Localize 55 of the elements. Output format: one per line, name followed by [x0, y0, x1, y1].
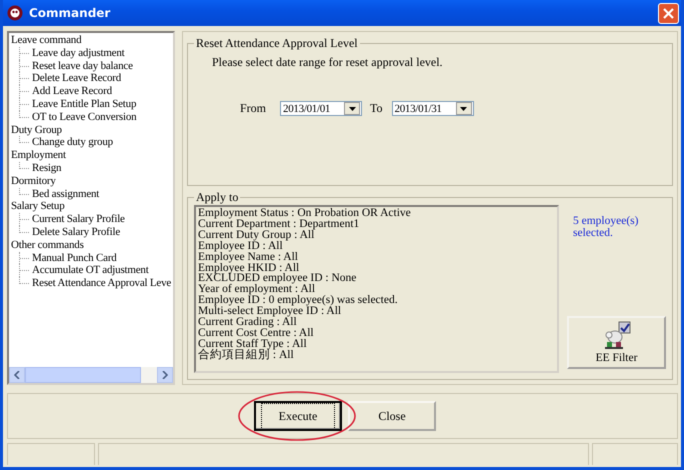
from-date-dropdown[interactable]: 2013/01/01	[280, 101, 362, 116]
window-title: Commander	[29, 6, 112, 20]
to-date-dropdown[interactable]: 2013/01/31	[392, 101, 474, 116]
tree-item[interactable]: Other commands	[11, 238, 84, 252]
dialog-button[interactable]: Execute	[254, 401, 342, 431]
tree-item[interactable]: Delete Leave Record	[32, 72, 122, 86]
tree-item[interactable]: Dormitory	[11, 174, 56, 188]
caret-icon[interactable]	[348, 106, 356, 110]
tree-item[interactable]: Change duty group	[32, 136, 113, 150]
tree-item[interactable]: Leave Entitle Plan Setup	[32, 98, 136, 111]
criteria-line: Current Grading : All	[198, 317, 297, 328]
tree-item[interactable]: Reset Attendance Approval Leve	[32, 277, 172, 290]
criteria-line: EXCLUDED employee ID : None	[198, 273, 358, 284]
criteria-line: Employee ID : All	[198, 240, 283, 252]
app-icon	[7, 5, 23, 21]
tree-item[interactable]: Manual Punch Card	[32, 252, 117, 264]
tree-item[interactable]: Leave command	[11, 34, 82, 47]
caret-icon[interactable]	[460, 106, 468, 110]
tree-item[interactable]: Resign	[32, 162, 62, 175]
criteria-line: Current Staff Type : All	[198, 338, 308, 350]
scroll-thumb[interactable]	[25, 367, 141, 383]
selection-count: 5 employee(s) selected.	[572, 215, 640, 239]
criteria-line: 合約項目組別 : All	[198, 350, 295, 361]
criteria-line: Employee HKID : All	[198, 262, 300, 274]
tree-item[interactable]: OT to Leave Conversion	[32, 110, 136, 124]
to-label: To	[370, 101, 383, 116]
instruction-text: Please select date range for reset approval level.	[211, 54, 444, 70]
group-title: Apply to	[195, 190, 240, 205]
dialog-button[interactable]: Close	[348, 401, 436, 431]
tree-item[interactable]: Employment	[11, 149, 66, 162]
horizontal-scrollbar[interactable]	[9, 367, 173, 383]
group-title: Reset Attendance Approval Level	[195, 36, 359, 51]
close-icon[interactable]	[663, 8, 674, 18]
tree-item[interactable]: Accumulate OT adjustment	[32, 264, 149, 278]
tree-item[interactable]: Delete Salary Profile	[32, 226, 120, 239]
criteria-line: Employment Status : On Probation OR Active	[198, 208, 412, 219]
criteria-line: Multi-select Employee ID : All	[198, 306, 342, 318]
scroll-right-icon[interactable]	[157, 367, 173, 383]
criteria-line: Current Cost Centre : All	[198, 328, 315, 339]
criteria-line: Current Duty Group : All	[198, 230, 314, 241]
tree-item[interactable]: Reset leave day balance	[32, 60, 133, 72]
criteria-line: Employee Name : All	[198, 252, 299, 263]
criteria-line: Year of employment : All	[198, 284, 316, 296]
tree-item[interactable]: Current Salary Profile	[32, 213, 125, 226]
from-label: From	[240, 101, 266, 116]
tree-item[interactable]: Duty Group	[11, 124, 62, 136]
tree-item[interactable]: Salary Setup	[11, 200, 65, 214]
tree-item[interactable]: Add Leave Record	[32, 85, 112, 98]
scroll-left-icon[interactable]	[9, 367, 25, 383]
criteria-line: Current Department : Department1	[198, 218, 360, 230]
tree-item[interactable]: Leave day adjustment	[32, 46, 125, 60]
criteria-line: Employee ID : 0 employee(s) was selected.	[198, 295, 399, 306]
close-button[interactable]	[658, 2, 679, 24]
ee-filter-button[interactable]: EE Filter	[567, 316, 666, 369]
tree-item[interactable]: Bed assignment	[32, 188, 100, 200]
